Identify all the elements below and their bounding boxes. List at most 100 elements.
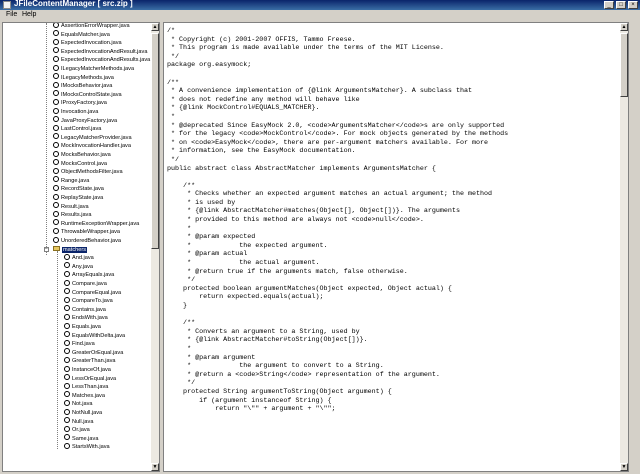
tree-file-item[interactable]: CompareEqual.java (64, 288, 121, 297)
tree-file-label: ExpectedInvocationAndResults.java (61, 57, 151, 64)
tree-file-item[interactable]: LegacyMatcherProvider.java (53, 133, 132, 142)
close-button[interactable]: × (628, 1, 638, 9)
java-file-icon (64, 365, 70, 372)
java-file-icon (53, 219, 59, 226)
java-file-icon (53, 55, 59, 62)
code-scrollbar[interactable]: ▲ ▼ (620, 23, 628, 471)
tree-scroll-down-button[interactable]: ▼ (151, 463, 159, 471)
file-tree[interactable]: AssertionErrorWrapper.java EqualsMatcher.… (2, 22, 160, 472)
tree-file-item[interactable]: ILegacyMethods.java (53, 73, 114, 82)
tree-file-item[interactable]: EqualsMatcher.java (53, 30, 110, 39)
tree-file-item[interactable]: AssertionErrorWrapper.java (53, 23, 130, 30)
code-line: protected boolean argumentMatches(Object… (167, 284, 452, 293)
tree-file-item[interactable]: CompareTo.java (64, 296, 113, 305)
tree-scroll-thumb[interactable] (151, 33, 159, 249)
tree-file-item[interactable]: And.java (64, 253, 94, 262)
title-bar[interactable]: JFileContentManager [ src.zip ] _ □ × (0, 0, 640, 10)
code-line: /** (167, 78, 180, 87)
tree-file-item[interactable]: Or.java (64, 425, 90, 434)
tree-file-label: ReplayState.java (61, 195, 104, 201)
tree-file-item[interactable]: LessOrEqual.java (64, 374, 116, 383)
tree-file-item[interactable]: Any.java (64, 262, 93, 271)
tree-file-item[interactable]: UnorderedBehavior.java (53, 236, 121, 245)
tree-file-item[interactable]: ExpectedInvocation.java (53, 38, 122, 47)
tree-file-label: Equals.java (72, 324, 101, 330)
tree-file-item[interactable]: Equals.java (64, 322, 101, 331)
java-file-icon (53, 81, 59, 88)
tree-scrollbar[interactable]: ▲ ▼ (151, 23, 159, 471)
tree-file-item[interactable]: Not.java (64, 399, 93, 408)
tree-file-item[interactable]: IMocksControlState.java (53, 90, 122, 99)
tree-file-item[interactable]: IProxyFactory.java (53, 98, 107, 107)
tree-file-item[interactable]: Find.java (64, 339, 95, 348)
tree-file-label: MockInvocationHandler.java (61, 143, 131, 150)
tree-file-label: IMocksControlState.java (61, 91, 122, 98)
java-file-icon (64, 417, 70, 424)
tree-file-item[interactable]: ArrayEquals.java (64, 270, 114, 279)
code-scroll-up-button[interactable]: ▲ (620, 23, 628, 31)
tree-file-item[interactable]: ExpectedInvocationAndResults.java (53, 55, 151, 64)
tree-file-item[interactable]: GreaterThan.java (64, 356, 116, 365)
tree-file-item[interactable]: Range.java (53, 176, 90, 185)
java-file-icon (64, 348, 70, 355)
code-line: * {@link AbstractMatcher#matches(Object[… (167, 207, 460, 216)
tree-file-item[interactable]: Same.java (64, 434, 98, 443)
code-viewer[interactable]: /* * Copyright (c) 2001-2007 OFFIS, Tamm… (163, 22, 629, 472)
menu-help[interactable]: Help (22, 11, 36, 18)
tree-collapse-toggle[interactable]: − (44, 247, 49, 253)
tree-file-item[interactable]: Compare.java (64, 279, 107, 288)
code-line: */ (167, 155, 180, 164)
tree-file-item[interactable]: ObjectMethodsFilter.java (53, 167, 123, 176)
tree-file-item[interactable]: ThrowableWrapper.java (53, 227, 120, 236)
code-line: * {@link AbstractMatcher#toString(Object… (167, 336, 368, 345)
menu-file[interactable]: File (6, 11, 17, 18)
tree-file-item[interactable]: Invocation.java (53, 107, 98, 116)
tree-folder-item[interactable]: matchers (53, 245, 88, 254)
tree-file-item[interactable]: LastControl.java (53, 124, 102, 133)
tree-file-item[interactable]: StartsWith.java (64, 442, 110, 451)
maximize-button[interactable]: □ (616, 1, 626, 9)
code-line: * on <code>EasyMock</code>, there are pe… (167, 138, 489, 147)
tree-folder-label: matchers (62, 246, 88, 253)
tree-file-item[interactable]: RecordState.java (53, 184, 104, 193)
source-code-text: /* * Copyright (c) 2001-2007 OFFIS, Tamm… (167, 27, 508, 414)
tree-file-item[interactable]: Matches.java (64, 391, 105, 400)
tree-file-item[interactable]: LessThan.java (64, 382, 108, 391)
tree-file-item[interactable]: IMocksBehavior.java (53, 81, 112, 90)
code-line: } (167, 302, 188, 310)
code-line: * @param actual (167, 250, 248, 259)
java-file-icon (53, 184, 59, 191)
tree-file-label: Range.java (61, 177, 90, 184)
tree-file-item[interactable]: GreaterOrEqual.java (64, 348, 123, 357)
tree-file-item[interactable]: RuntimeExceptionWrapper.java (53, 219, 139, 228)
tree-file-item[interactable]: ILegacyMatcherMethods.java (53, 64, 134, 73)
tree-file-item[interactable]: Result.java (53, 202, 89, 211)
code-scroll-thumb[interactable] (620, 33, 628, 97)
code-line: */ (167, 379, 196, 388)
tree-file-item[interactable]: NotNull.java (64, 408, 102, 417)
tree-file-item[interactable]: InstanceOf.java (64, 365, 111, 374)
java-file-icon (53, 23, 59, 28)
java-file-icon (64, 331, 70, 338)
code-scroll-down-button[interactable]: ▼ (620, 463, 628, 471)
tree-file-item[interactable]: MocksBehavior.java (53, 150, 111, 159)
tree-file-item[interactable]: ReplayState.java (53, 193, 104, 202)
tree-file-item[interactable]: MocksControl.java (53, 159, 107, 168)
tree-file-label: LastControl.java (61, 126, 102, 133)
tree-file-item[interactable]: ExpectedInvocationAndResult.java (53, 47, 147, 56)
tree-file-item[interactable]: JavaProxyFactory.java (53, 116, 117, 125)
code-line: return expected.equals(actual); (167, 293, 324, 302)
java-file-icon (53, 176, 59, 183)
minimize-button[interactable]: _ (604, 1, 614, 9)
java-file-icon (53, 64, 59, 71)
tree-file-item[interactable]: Null.java (64, 417, 93, 426)
tree-file-item[interactable]: MockInvocationHandler.java (53, 141, 131, 150)
tree-scroll-up-button[interactable]: ▲ (151, 23, 159, 31)
tree-file-item[interactable]: Contains.java (64, 305, 106, 314)
tree-connector-line (46, 23, 47, 256)
tree-file-item[interactable]: EqualsWithDelta.java (64, 331, 125, 340)
code-line: * the actual argument. (167, 259, 320, 268)
tree-file-item[interactable]: EndsWith.java (64, 313, 108, 322)
tree-file-item[interactable]: Results.java (53, 210, 91, 219)
